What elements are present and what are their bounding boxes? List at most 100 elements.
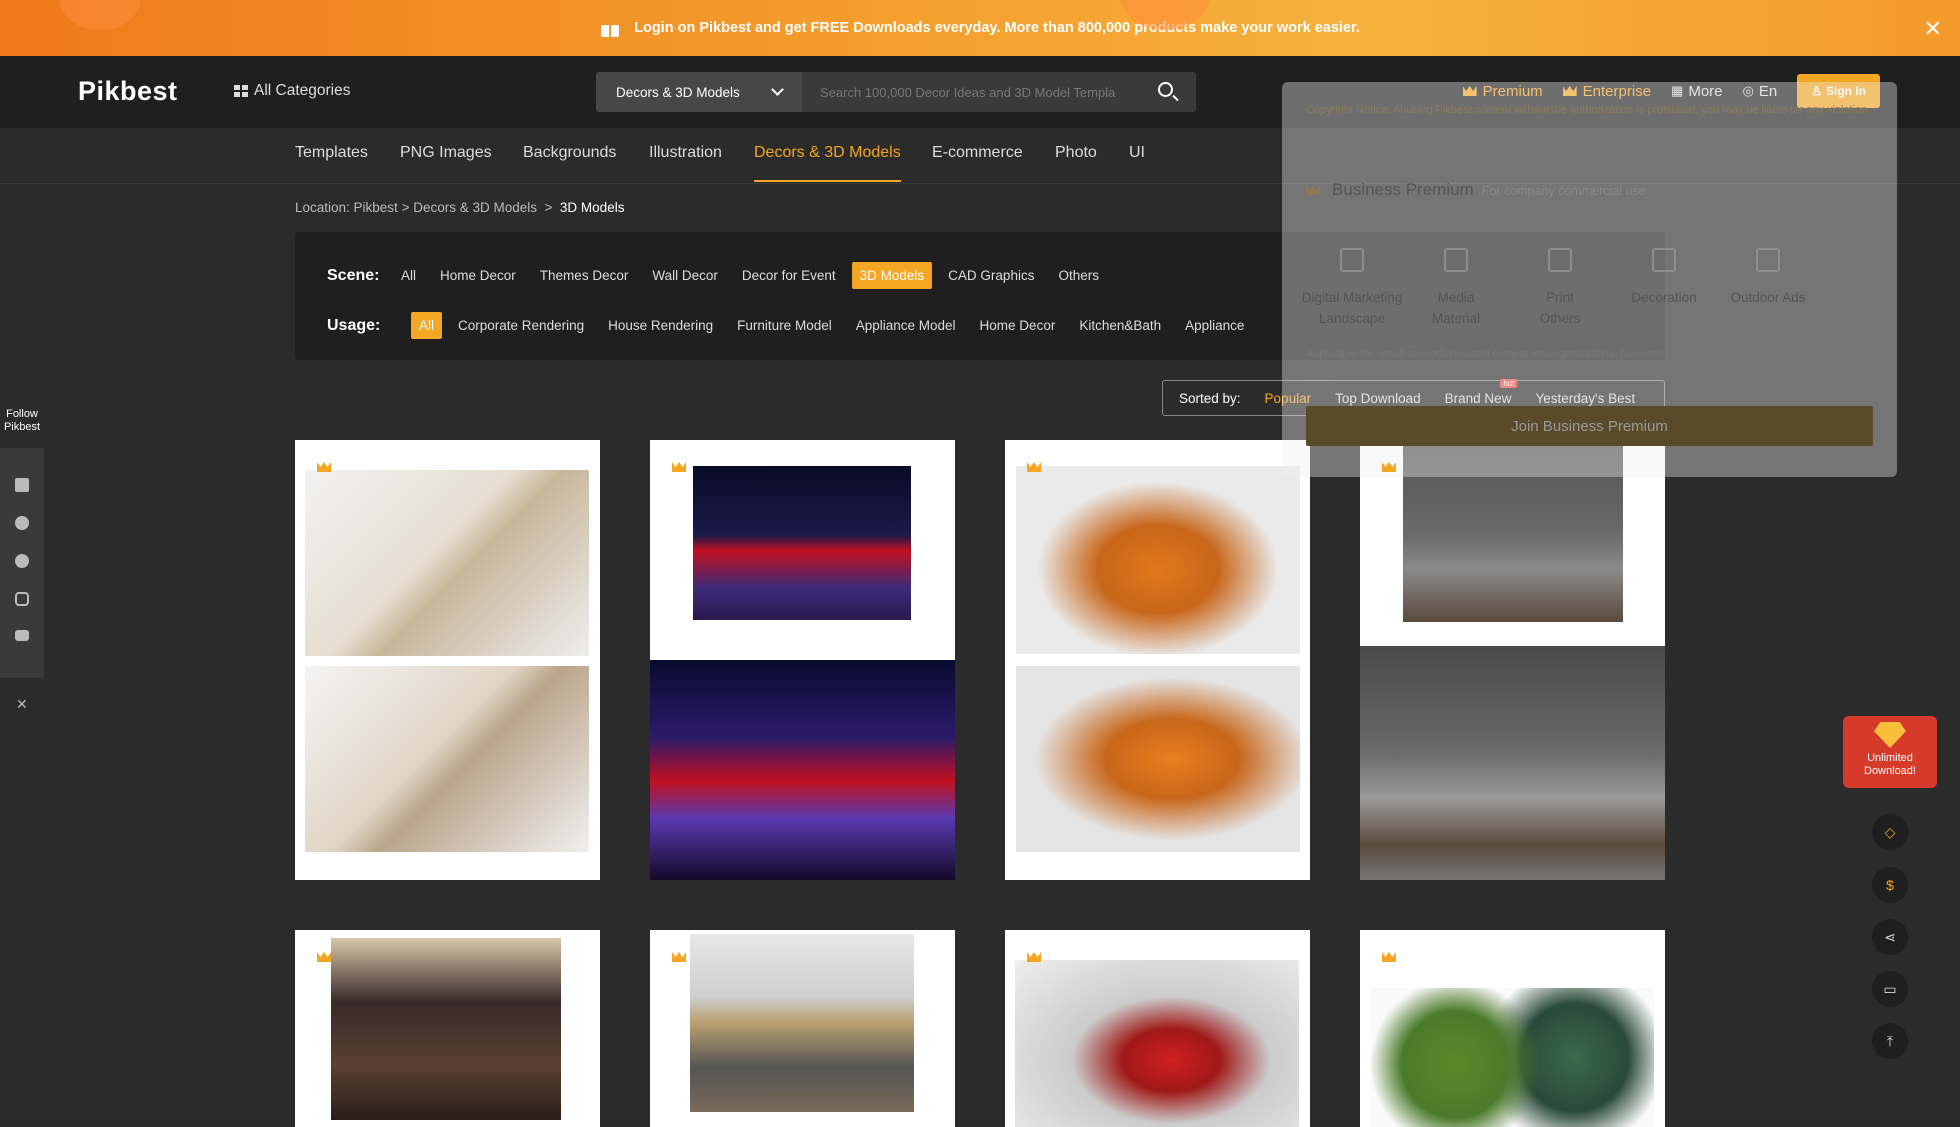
twitter-icon[interactable] [15,516,29,530]
search-button[interactable] [1146,72,1196,112]
usage-option-selected[interactable]: All [411,312,443,339]
search-icon [1158,82,1173,97]
result-card[interactable] [1005,440,1310,880]
premium-category[interactable]: Digital Marketing [1300,242,1404,305]
media-icon [1444,248,1468,272]
crown-icon [317,462,331,472]
scene-option[interactable]: Home Decor [440,268,516,283]
model-thumbnail [693,466,911,620]
diamond-icon [1874,722,1906,748]
tab-decors-3d-models[interactable]: Decors & 3D Models [754,144,901,182]
result-card[interactable] [295,930,600,1127]
model-thumbnail [1360,646,1665,880]
premium-category[interactable]: Material [1404,311,1508,326]
tab-png-images[interactable]: PNG Images [400,144,492,162]
premium-category[interactable]: Landscape [1300,311,1404,326]
grid-icon [234,85,248,97]
model-thumbnail [1370,988,1654,1127]
banner-decoration [60,0,140,30]
instagram-icon[interactable] [15,592,29,606]
diamond-icon: ◇ [1884,823,1896,840]
close-icon[interactable]: ✕ [16,696,28,713]
tab-e-commerce[interactable]: E-commerce [932,144,1023,162]
scene-option[interactable]: Decor for Event [742,268,836,283]
scene-option[interactable]: Themes Decor [540,268,629,283]
crown-icon [317,952,331,962]
back-to-top-button[interactable]: ⤒ [1872,1023,1908,1059]
scene-option[interactable]: Others [1058,268,1099,283]
search-category-select[interactable]: Decors & 3D Models [596,72,802,112]
model-thumbnail [305,470,589,656]
premium-category-label: Digital Marketing [1301,290,1403,305]
result-card[interactable] [650,930,955,1127]
scene-option[interactable]: CAD Graphics [948,268,1034,283]
usage-option[interactable]: House Rendering [608,318,713,333]
feedback-button[interactable]: ▭ [1872,971,1908,1007]
pinterest-icon[interactable] [15,554,29,568]
usage-option[interactable]: Corporate Rendering [458,318,584,333]
model-thumbnail [331,938,561,1120]
model-thumbnail [1016,466,1300,654]
share-button[interactable]: ⋖ [1872,919,1908,955]
scene-option-selected[interactable]: 3D Models [851,262,933,289]
scene-option[interactable]: Wall Decor [652,268,718,283]
usage-label: Usage: [327,316,381,334]
crown-icon [1027,952,1041,962]
gift-icon [600,19,620,37]
premium-category[interactable]: Print [1508,242,1612,305]
model-thumbnail [1016,666,1300,852]
premium-category[interactable]: Media [1404,242,1508,305]
billboard-icon [1756,248,1780,272]
sort-label: Sorted by: [1179,390,1241,406]
premium-category-label: Print [1546,290,1574,305]
copyright-notice: Copyright Notice: Abusing Pikbest conten… [1306,104,1871,116]
breadcrumb-path[interactable]: Location: Pikbest > Decors & 3D Models [295,200,537,215]
usage-option[interactable]: Furniture Model [737,318,832,333]
search-input[interactable] [802,72,1146,112]
search-bar: Decors & 3D Models [596,72,1196,112]
coin-icon: $ [1886,877,1894,893]
premium-categories: Digital Marketing Media Print Decoration… [1300,242,1880,332]
unlimited-download-button[interactable]: Unlimited Download! [1843,716,1937,788]
result-card[interactable] [1005,930,1310,1127]
scene-option[interactable]: All [401,268,416,283]
close-icon[interactable]: ✕ [1924,16,1942,42]
scene-filter: Scene: All Home Decor Themes Decor Wall … [327,262,1123,289]
social-sidebar [0,448,44,678]
search-category-label: Decors & 3D Models [616,84,740,100]
premium-category-label: Media [1437,290,1475,305]
breadcrumb-separator: > [544,200,553,215]
usage-option[interactable]: Appliance [1185,318,1244,333]
usage-option[interactable]: Kitchen&Bath [1079,318,1161,333]
crown-icon [1382,952,1396,962]
share-icon: ⋖ [1884,928,1896,945]
tab-backgrounds[interactable]: Backgrounds [523,144,616,162]
crown-icon [672,462,686,472]
usage-option[interactable]: Appliance Model [856,318,956,333]
tab-templates[interactable]: Templates [295,144,368,162]
tab-ui[interactable]: UI [1129,144,1145,162]
result-card[interactable] [1360,930,1665,1127]
premium-category[interactable]: Decoration [1612,242,1716,305]
tab-illustration[interactable]: Illustration [649,144,722,162]
premium-category[interactable]: Outdoor Ads [1716,242,1820,305]
result-card[interactable] [295,440,600,880]
premium-category[interactable]: Others [1508,311,1612,326]
tab-photo[interactable]: Photo [1055,144,1097,162]
promo-banner[interactable]: Login on Pikbest and get FREE Downloads … [0,0,1960,56]
join-business-premium-button[interactable]: Join Business Premium [1306,406,1873,446]
diamond-button[interactable]: ◇ [1872,814,1908,850]
logo[interactable]: Pikbest [78,76,178,107]
coin-button[interactable]: $ [1872,867,1908,903]
premium-category-label: Others [1539,311,1581,326]
facebook-icon[interactable] [15,478,29,492]
model-thumbnail [650,660,955,880]
all-categories-button[interactable]: All Categories [234,82,351,100]
youtube-icon[interactable] [15,630,29,641]
scene-label: Scene: [327,266,380,284]
monitor-icon [1340,248,1364,272]
usage-option[interactable]: Home Decor [980,318,1056,333]
unlimited-download-label: Unlimited Download! [1864,752,1916,777]
result-card[interactable] [1360,440,1665,880]
result-card[interactable] [650,440,955,880]
